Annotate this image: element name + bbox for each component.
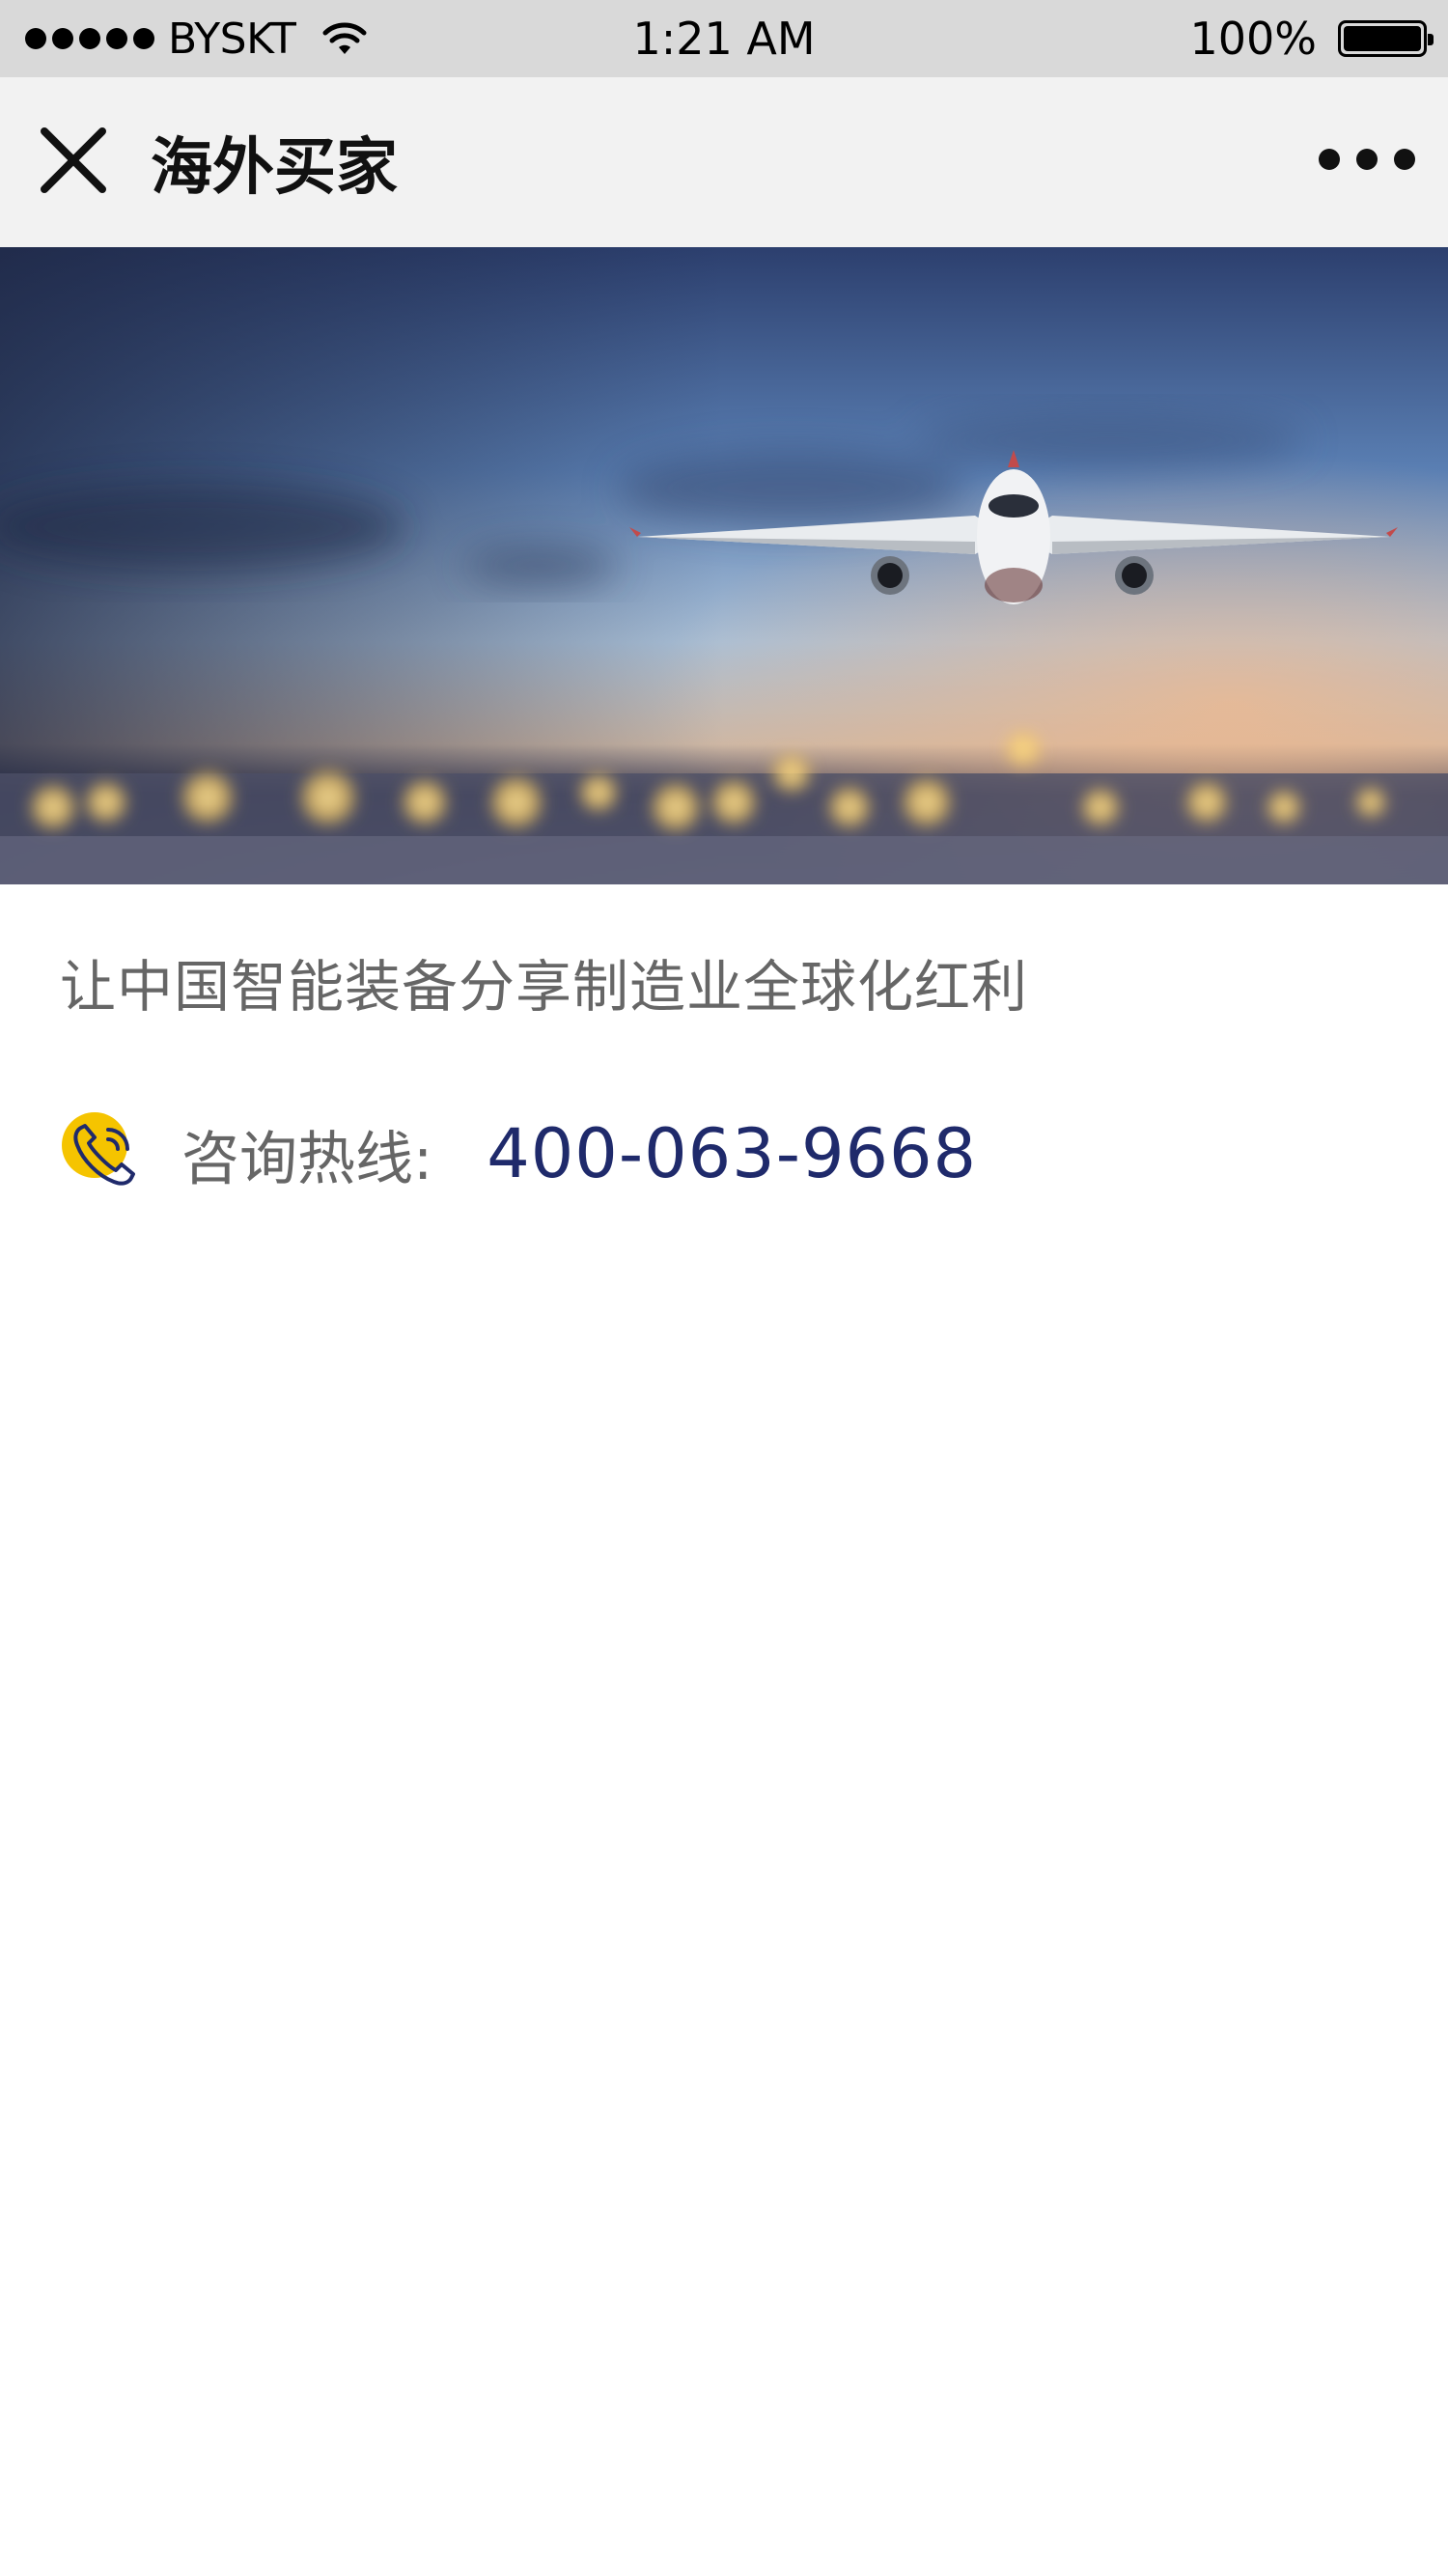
status-right: 100% — [1189, 0, 1434, 77]
close-button[interactable] — [35, 122, 112, 199]
more-button[interactable] — [1319, 126, 1415, 193]
page-title: 海外买家 — [151, 132, 398, 204]
hotline-row[interactable]: 咨询热线: 400-063-9668 — [60, 1101, 977, 1207]
phone-icon — [62, 1112, 135, 1186]
slogan-text: 让中国智能装备分享制造业全球化红利 — [60, 954, 1029, 1020]
airplane-banner — [0, 247, 1448, 884]
hotline-label: 咨询热线: — [181, 1125, 433, 1193]
more-icon — [1319, 149, 1340, 170]
hotline-number-link[interactable]: 400-063-9668 — [487, 1114, 977, 1193]
close-icon — [41, 127, 106, 193]
banner-image — [0, 247, 1448, 884]
status-bar: BYSKT 1:21 AM 100% — [0, 0, 1448, 77]
battery-percentage: 100% — [1189, 13, 1317, 65]
battery-icon — [1338, 20, 1434, 57]
nav-bar: 海外买家 — [0, 77, 1448, 247]
